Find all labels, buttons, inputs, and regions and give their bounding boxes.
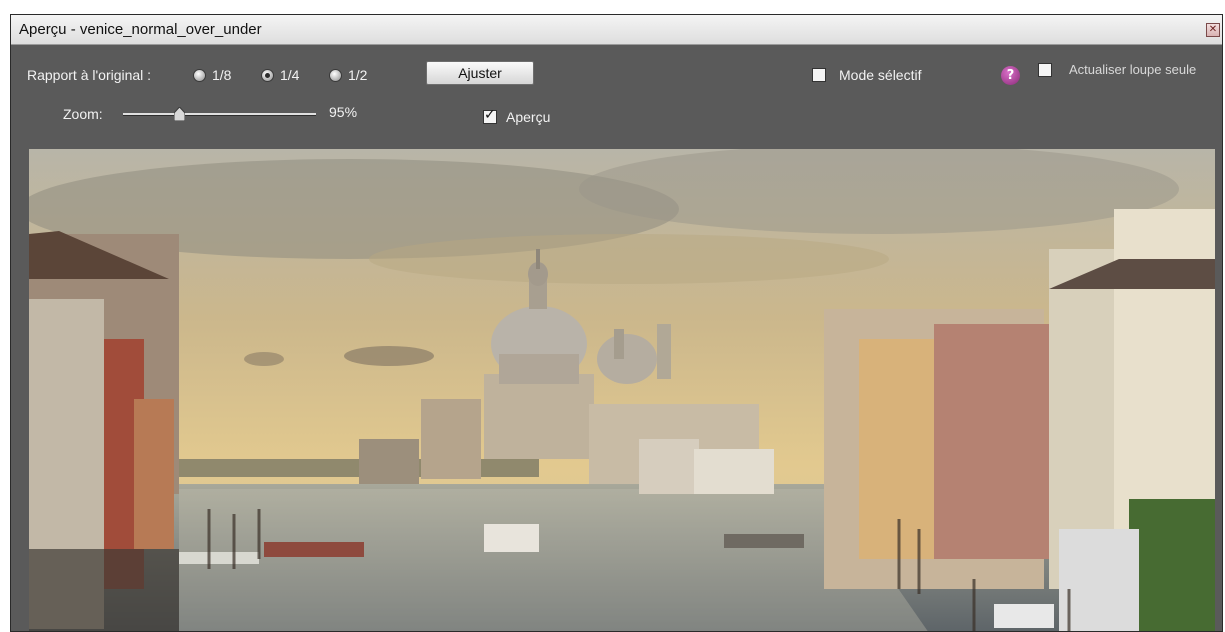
preview-window: Aperçu - venice_normal_over_under ✕ Rapp… — [10, 14, 1223, 632]
zoom-label: Zoom: — [63, 106, 103, 122]
help-icon[interactable]: ? — [1001, 66, 1020, 85]
zoom-value: 95% — [329, 104, 358, 120]
adjust-button[interactable]: Ajuster — [426, 61, 534, 85]
radio-1-2-label: 1/2 — [348, 67, 368, 83]
radio-1-4[interactable] — [261, 68, 274, 82]
zoom-slider-thumb[interactable] — [174, 107, 185, 121]
selective-mode-checkbox[interactable] — [812, 68, 826, 82]
preview-checkbox[interactable] — [483, 107, 497, 124]
venice-canal-photo — [29, 149, 1215, 631]
ratio-option-1-2[interactable]: 1/2 — [329, 67, 367, 83]
preview-image[interactable] — [29, 149, 1215, 631]
selective-mode-label: Mode sélectif — [839, 67, 922, 83]
update-loupe-label: Actualiser loupe seule — [1069, 62, 1197, 77]
close-icon[interactable]: ✕ — [1206, 23, 1220, 37]
ratio-label: Rapport à l'original : — [27, 67, 152, 83]
radio-1-8-label: 1/8 — [212, 67, 232, 83]
window-title: Aperçu - venice_normal_over_under — [19, 21, 262, 38]
radio-1-2[interactable] — [329, 68, 342, 82]
left-buildings — [29, 231, 179, 631]
zoom-slider-track[interactable] — [123, 113, 316, 116]
title-bar[interactable]: Aperçu - venice_normal_over_under ✕ — [11, 15, 1222, 45]
radio-1-8[interactable] — [193, 68, 206, 82]
radio-1-4-label: 1/4 — [280, 67, 300, 83]
ratio-option-1-4[interactable]: 1/4 — [261, 67, 299, 83]
preview-checkbox-label: Aperçu — [506, 109, 551, 125]
update-loupe-checkbox[interactable] — [1038, 63, 1052, 77]
ratio-option-1-8[interactable]: 1/8 — [193, 67, 231, 83]
